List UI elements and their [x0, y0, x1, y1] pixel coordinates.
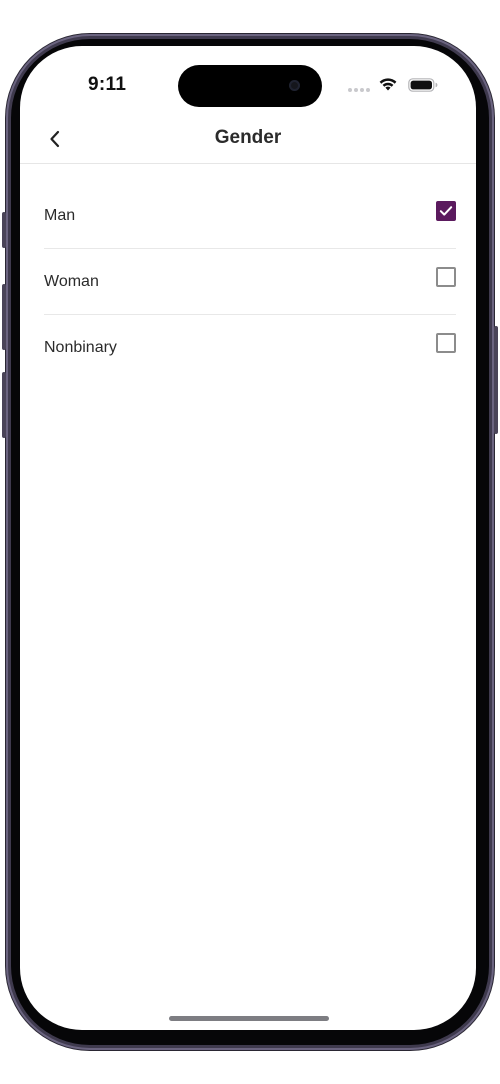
checkbox-woman[interactable] [436, 267, 456, 287]
option-man[interactable]: Man [44, 183, 456, 249]
wifi-icon [379, 78, 397, 91]
checkbox-man[interactable] [436, 201, 456, 221]
option-label: Woman [44, 273, 99, 290]
power-button [494, 326, 498, 434]
gender-option-list: Man Woman Nonbinary [44, 183, 456, 381]
dynamic-island [178, 65, 322, 107]
battery-icon [408, 78, 438, 92]
page-title: Gender [214, 127, 282, 148]
app-screen: 9:11 Gender Man Woman Nonbinary [20, 46, 476, 1030]
option-nonbinary[interactable]: Nonbinary [44, 315, 456, 381]
option-label: Man [44, 207, 76, 224]
volume-down-button [2, 372, 6, 438]
checkbox-nonbinary[interactable] [436, 333, 456, 353]
action-button [2, 212, 6, 248]
status-time: 9:11 [88, 74, 127, 95]
volume-up-button [2, 284, 6, 350]
option-woman[interactable]: Woman [44, 249, 456, 315]
option-label: Nonbinary [44, 339, 117, 356]
home-indicator[interactable] [169, 1016, 329, 1021]
checkmark-icon [439, 206, 453, 216]
camera-icon [289, 80, 300, 91]
signal-icon [348, 88, 372, 92]
nav-header: Gender [20, 118, 476, 164]
